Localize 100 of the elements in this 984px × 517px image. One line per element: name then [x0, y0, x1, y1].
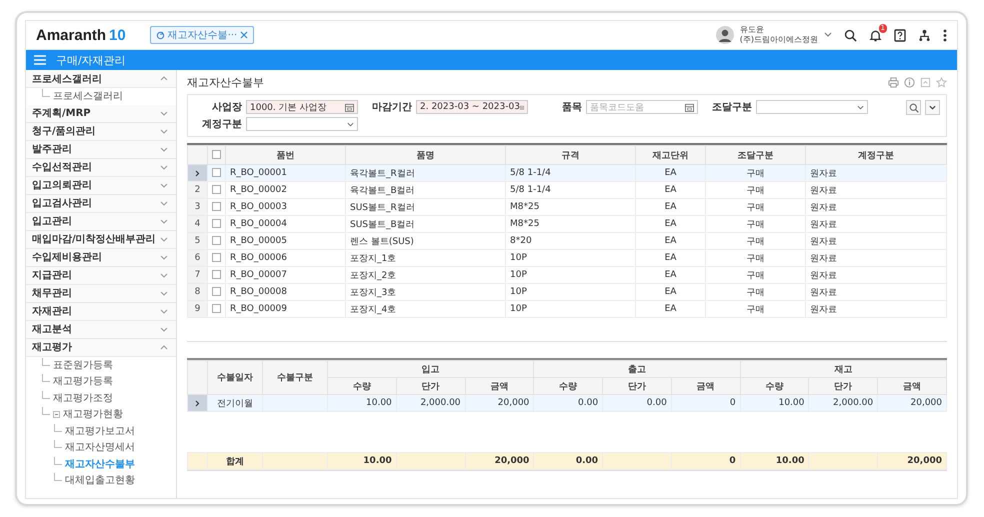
sidebar-item[interactable]: 재고평가 [26, 338, 176, 356]
checkbox[interactable] [212, 287, 221, 296]
close-icon[interactable] [240, 31, 248, 39]
column-header[interactable]: 계정구분 [806, 146, 946, 164]
sidebar-item[interactable]: 청구/품의관리 [26, 122, 176, 140]
sidebar-item[interactable]: 입고의뢰관리 [26, 176, 176, 194]
sidebar-subitem[interactable]: 재고평가등록 [53, 374, 113, 388]
sidebar-subitem[interactable]: 재고평가보고서 [65, 424, 135, 438]
sidebar-item[interactable]: 매입마감/미착정산배부관리 [26, 230, 176, 248]
chevron-down-icon [160, 128, 168, 134]
sidebar-item[interactable]: 발주관리 [26, 140, 176, 158]
table-cell: 10.00 [328, 394, 396, 412]
code-picker-field[interactable]: 2. 2023-03 ~ 2023-03 [416, 100, 528, 114]
calendar-icon[interactable] [685, 102, 694, 112]
sidebar-item[interactable]: 지급관리 [26, 266, 176, 284]
checkbox[interactable] [212, 168, 221, 178]
column-header[interactable]: 수량 [328, 378, 396, 394]
row-number: 3 [188, 198, 208, 216]
expand-button[interactable] [925, 100, 940, 115]
filter-label: 품목 [561, 101, 582, 114]
table-cell: 포장지_1호 [346, 250, 506, 266]
code-picker-field[interactable]: 1000. 기본 사업장 [246, 100, 358, 114]
search-icon[interactable] [844, 28, 857, 42]
module-title: 구매/자재관리 [56, 52, 126, 68]
column-header[interactable]: 수불일자 [208, 360, 262, 394]
sidebar-item[interactable]: 주계획/MRP [26, 104, 176, 122]
column-header[interactable]: 품번 [226, 146, 346, 164]
calendar-icon[interactable] [520, 102, 524, 112]
sidebar-subitem[interactable]: 대체입출고현황 [65, 473, 135, 488]
chevron-down-icon [160, 146, 168, 152]
table-cell: EA [636, 216, 706, 232]
checkbox[interactable] [212, 185, 221, 194]
column-header[interactable]: 수량 [534, 378, 603, 394]
row-number: 6 [188, 250, 208, 266]
filter-label: 조달구분 [711, 101, 752, 114]
row-number: 9 [188, 300, 208, 318]
sidebar-item[interactable]: 프로세스갤러리 [26, 70, 176, 88]
logo: Amaranth 10 [36, 26, 126, 44]
sidebar-item[interactable]: 채무관리 [26, 284, 176, 302]
calendar-icon[interactable] [345, 102, 354, 112]
column-header[interactable]: 규격 [506, 146, 636, 164]
checkbox[interactable] [212, 202, 221, 212]
print-icon[interactable] [888, 76, 899, 88]
checkbox[interactable] [212, 304, 221, 314]
checkbox[interactable] [212, 150, 221, 160]
table-cell: R_BO_00006 [226, 250, 346, 266]
export-icon[interactable] [920, 76, 931, 88]
chevron-down-icon [160, 254, 168, 260]
chevron-down-icon[interactable] [824, 32, 832, 38]
column-header[interactable]: 금액 [878, 378, 946, 394]
dropdown-field[interactable] [246, 117, 358, 131]
search-button[interactable] [906, 100, 921, 115]
column-header[interactable]: 단가 [808, 378, 878, 394]
chevron-down-icon [160, 290, 168, 296]
sidebar-item[interactable]: 입고검사관리 [26, 194, 176, 212]
page-title: 재고자산수불부 [187, 74, 264, 90]
dropdown-field[interactable] [756, 100, 868, 114]
sidebar-subitem[interactable]: 표준원가등록 [53, 358, 113, 372]
column-header[interactable]: 조달구분 [706, 146, 806, 164]
star-icon[interactable] [936, 76, 947, 88]
column-header[interactable]: 수불구분 [262, 360, 328, 394]
column-header[interactable]: 수량 [740, 378, 809, 394]
sidebar-item[interactable]: 재고분석 [26, 320, 176, 338]
table-cell: 구매 [706, 250, 806, 266]
table-cell: 전기이월 [208, 394, 262, 412]
checkbox[interactable] [212, 253, 221, 262]
sidebar-subitem[interactable]: 재고평가조정 [53, 390, 113, 405]
user-name: 유도윤 [740, 25, 765, 35]
column-header[interactable]: 금액 [465, 378, 534, 394]
sidebar-subitem[interactable]: 프로세스갤러리 [53, 89, 123, 104]
sidebar-item[interactable]: 자재관리 [26, 302, 176, 320]
help-icon[interactable] [894, 28, 906, 42]
org-chart-icon[interactable] [918, 28, 931, 42]
refresh-icon [156, 30, 165, 40]
avatar-icon[interactable] [716, 26, 734, 44]
table-cell: 포장지_3호 [346, 284, 506, 300]
checkbox[interactable] [212, 270, 221, 280]
sidebar-item[interactable]: 입고관리 [26, 212, 176, 230]
column-header[interactable]: 금액 [671, 378, 740, 394]
sidebar-item[interactable]: 수입선적관리 [26, 158, 176, 176]
collapse-icon[interactable] [53, 410, 60, 418]
table-cell: 구매 [706, 198, 806, 216]
column-header[interactable]: 단가 [602, 378, 672, 394]
checkbox[interactable] [212, 236, 221, 246]
table-cell: 원자료 [806, 266, 946, 284]
info-icon[interactable] [904, 76, 915, 88]
bell-icon[interactable] [869, 28, 882, 42]
sidebar-subitem[interactable]: 재고자산명세서 [65, 440, 135, 454]
column-header[interactable]: 재고단위 [636, 146, 706, 164]
checkbox[interactable] [212, 219, 221, 228]
table-cell: 2,000.00 [396, 394, 466, 412]
table-cell: M8*25 [506, 216, 636, 232]
column-header[interactable]: 단가 [396, 378, 466, 394]
sidebar-subitem[interactable]: 재고평가현황 [63, 407, 123, 422]
menu-icon[interactable] [34, 55, 46, 65]
more-icon[interactable] [943, 28, 947, 42]
total-cell: 20,000 [465, 452, 534, 470]
user-company[interactable]: (주)드림아이에스정원 [740, 35, 818, 45]
sidebar-item[interactable]: 수입제비용관리 [26, 248, 176, 266]
column-header[interactable]: 품명 [346, 146, 506, 164]
